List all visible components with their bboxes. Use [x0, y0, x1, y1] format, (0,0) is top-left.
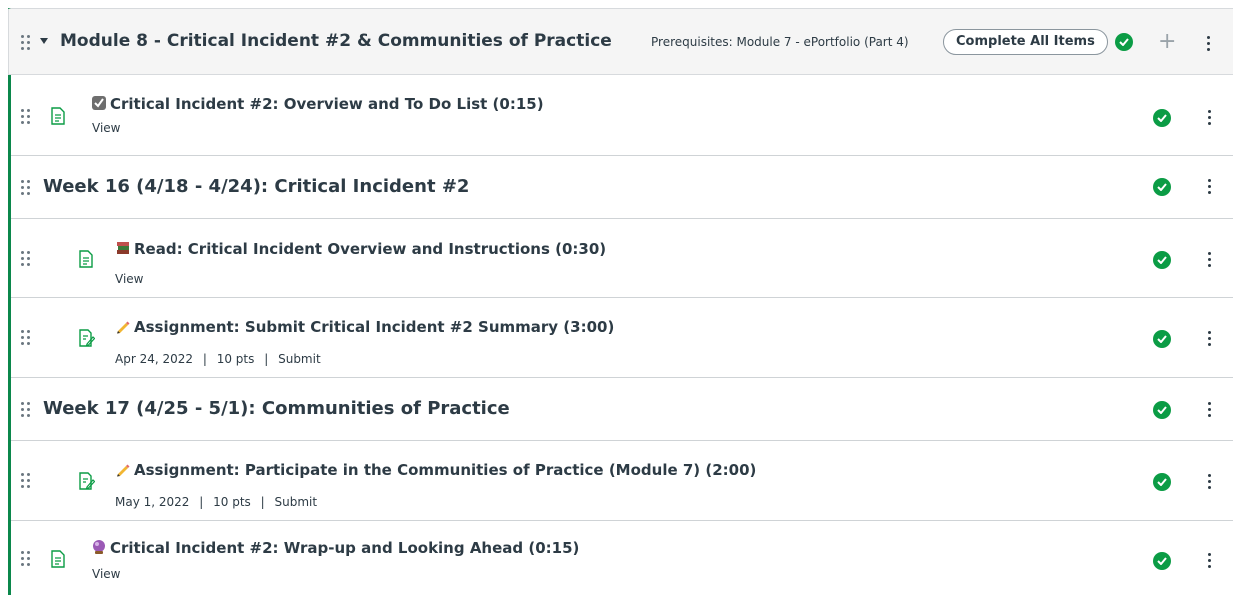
page-icon	[51, 550, 65, 568]
item-options-icon[interactable]	[1208, 110, 1212, 126]
module-container: Module 8 - Critical Incident #2 & Commun…	[8, 8, 1233, 596]
item-view-link[interactable]: View	[92, 121, 120, 135]
item-title-text[interactable]: Critical Incident #2: Wrap-up and Lookin…	[110, 539, 579, 557]
module-item-row[interactable]: Critical Incident #2: Overview and To Do…	[11, 75, 1233, 156]
drag-handle-icon[interactable]	[21, 35, 30, 51]
completed-check-icon	[1153, 552, 1171, 570]
completed-check-icon	[1153, 401, 1171, 419]
item-options-icon[interactable]	[1208, 402, 1212, 418]
assignment-icon	[79, 329, 95, 347]
checkbox-icon	[92, 96, 106, 110]
submit-link[interactable]: Submit	[278, 352, 321, 366]
complete-all-items-badge: Complete All Items	[943, 29, 1108, 55]
pencil-icon	[117, 321, 130, 334]
module-item-row[interactable]: Assignment: Submit Critical Incident #2 …	[11, 298, 1233, 378]
page-icon	[51, 107, 65, 125]
module-item-row[interactable]: Critical Incident #2: Wrap-up and Lookin…	[11, 521, 1233, 596]
points: 10 pts	[213, 495, 251, 509]
item-title-link[interactable]: Assignment: Submit Critical Incident #2 …	[115, 318, 614, 336]
module-title: Module 8 - Critical Incident #2 & Commun…	[60, 31, 612, 51]
item-view-link[interactable]: View	[115, 272, 143, 286]
assignment-details: May 1, 2022 | 10 pts | Submit	[115, 495, 317, 509]
module-header[interactable]: Module 8 - Critical Incident #2 & Commun…	[8, 9, 1233, 75]
due-date: May 1, 2022	[115, 495, 190, 509]
crystal-ball-icon	[93, 540, 105, 554]
points: 10 pts	[216, 352, 255, 366]
item-view-link[interactable]: View	[92, 567, 120, 581]
item-title-link[interactable]: Assignment: Participate in the Communiti…	[115, 461, 756, 479]
item-options-icon[interactable]	[1208, 474, 1212, 490]
drag-handle-icon[interactable]	[21, 251, 30, 267]
page-icon	[79, 250, 93, 268]
subheader-title: Week 16 (4/18 - 4/24): Critical Incident…	[43, 176, 470, 197]
completed-check-icon	[1153, 473, 1171, 491]
module-subheader-row[interactable]: Week 17 (4/25 - 5/1): Communities of Pra…	[11, 378, 1233, 441]
module-item-row[interactable]: Assignment: Participate in the Communiti…	[11, 441, 1233, 521]
drag-handle-icon[interactable]	[21, 473, 30, 489]
separator: |	[264, 352, 269, 366]
item-options-icon[interactable]	[1208, 331, 1212, 347]
item-title-link[interactable]: Critical Incident #2: Wrap-up and Lookin…	[91, 539, 579, 557]
subheader-title: Week 17 (4/25 - 5/1): Communities of Pra…	[43, 398, 510, 419]
assignment-details: Apr 24, 2022 | 10 pts | Submit	[115, 352, 321, 366]
item-title-text[interactable]: Critical Incident #2: Overview and To Do…	[110, 95, 544, 113]
books-icon	[117, 242, 129, 254]
item-title-text[interactable]: Read: Critical Incident Overview and Ins…	[134, 240, 606, 258]
submit-link[interactable]: Submit	[275, 495, 318, 509]
item-options-icon[interactable]	[1208, 179, 1212, 195]
module-item-row[interactable]: Read: Critical Incident Overview and Ins…	[11, 219, 1233, 298]
completed-check-icon	[1153, 251, 1171, 269]
due-date: Apr 24, 2022	[115, 352, 194, 366]
separator: |	[260, 495, 265, 509]
item-options-icon[interactable]	[1208, 553, 1212, 569]
item-title-link[interactable]: Critical Incident #2: Overview and To Do…	[91, 95, 544, 113]
completed-check-icon	[1153, 330, 1171, 348]
module-subheader-row[interactable]: Week 16 (4/18 - 4/24): Critical Incident…	[11, 156, 1233, 219]
separator: |	[202, 352, 207, 366]
completed-check-icon	[1153, 109, 1171, 127]
drag-handle-icon[interactable]	[21, 551, 30, 567]
drag-handle-icon[interactable]	[21, 180, 30, 196]
drag-handle-icon[interactable]	[21, 330, 30, 346]
item-options-icon[interactable]	[1208, 252, 1212, 268]
completed-check-icon	[1115, 33, 1133, 51]
drag-handle-icon[interactable]	[21, 109, 30, 125]
pencil-icon	[117, 464, 130, 477]
module-options-icon[interactable]	[1207, 36, 1211, 52]
add-item-icon[interactable]: +	[1158, 31, 1176, 53]
separator: |	[199, 495, 204, 509]
item-title-link[interactable]: Read: Critical Incident Overview and Ins…	[115, 240, 606, 258]
collapse-caret-icon[interactable]	[40, 38, 48, 44]
assignment-icon	[79, 472, 95, 490]
item-title-text[interactable]: Assignment: Participate in the Communiti…	[134, 461, 756, 479]
prerequisites-text: Prerequisites: Module 7 - ePortfolio (Pa…	[651, 35, 909, 49]
item-title-text[interactable]: Assignment: Submit Critical Incident #2 …	[134, 318, 614, 336]
drag-handle-icon[interactable]	[21, 402, 30, 418]
completed-check-icon	[1153, 178, 1171, 196]
